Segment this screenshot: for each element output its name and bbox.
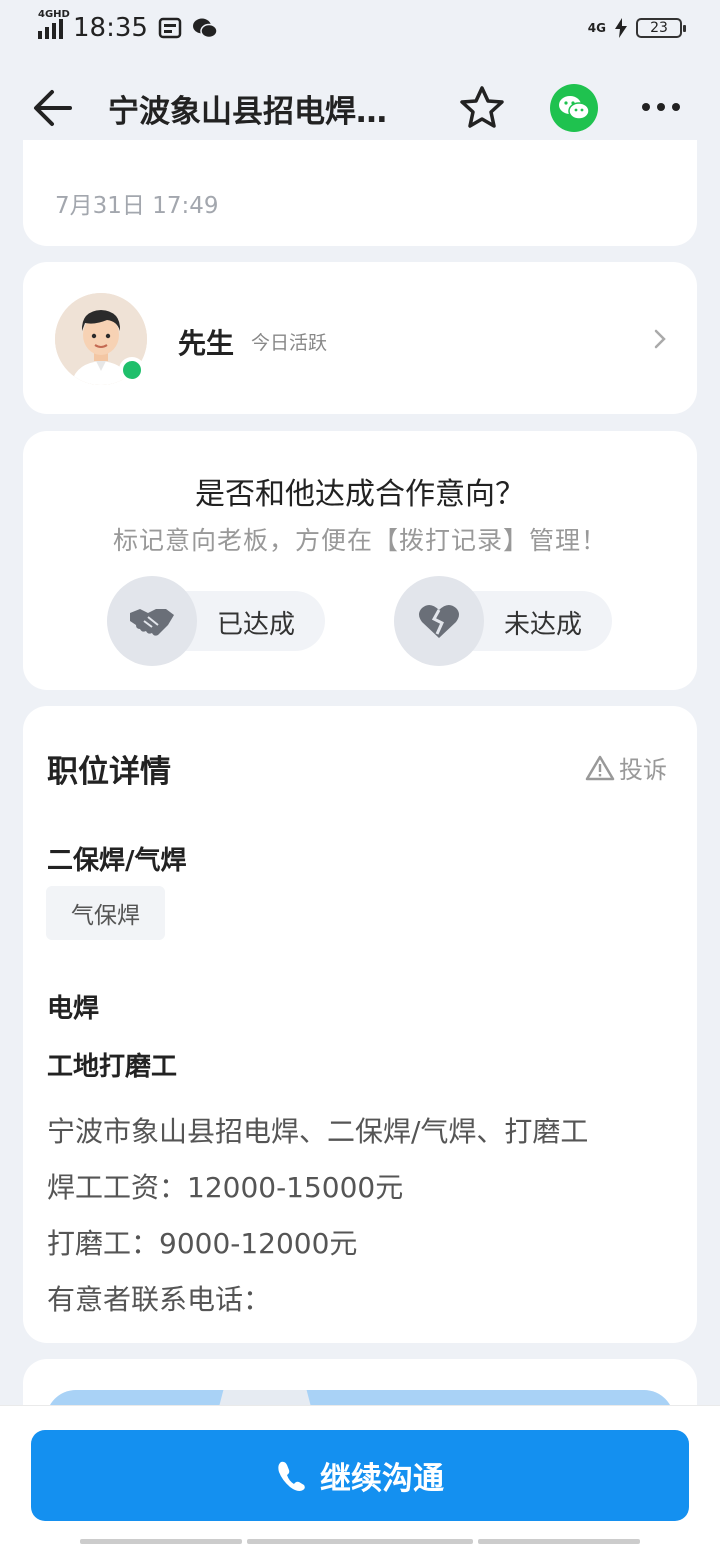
boss-card[interactable]: 先生 今日活跃	[23, 262, 697, 414]
bottom-bar: 继续沟通	[0, 1405, 720, 1544]
broken-heart-icon-circle	[394, 576, 484, 666]
job-category: 工地打磨工	[47, 1052, 178, 1082]
job-category: 二保焊/气焊	[47, 846, 187, 876]
detail-title: 职位详情	[47, 754, 171, 790]
intent-question: 是否和他达成合作意向？	[195, 477, 525, 512]
more-dot	[642, 103, 650, 111]
skill-tag: 气保焊	[46, 886, 165, 940]
intent-no-button[interactable]: 未达成	[394, 576, 612, 666]
home-indicator	[80, 1539, 242, 1544]
intent-subtitle: 标记意向老板，方便在【拨打记录】管理！	[112, 526, 607, 555]
online-status-dot	[119, 357, 145, 383]
post-date: 7月31日 17:49	[55, 193, 219, 219]
star-icon	[460, 86, 504, 128]
warning-icon	[585, 755, 615, 780]
status-left: 4GHD 18:35	[38, 9, 218, 43]
charging-icon	[615, 18, 627, 38]
battery-icon: 23	[636, 18, 686, 38]
network-tag: 4GHD	[38, 9, 70, 20]
notification-icon	[158, 17, 182, 39]
description-line: 宁波市象山县招电焊、二保焊/气焊、打磨工	[47, 1115, 589, 1148]
wechat-icon	[559, 96, 590, 120]
handshake-icon-circle	[107, 576, 197, 666]
report-label: 投诉	[619, 756, 667, 784]
post-info-card: 7月31日 17:49	[23, 140, 697, 246]
intent-yes-label: 已达成	[217, 610, 296, 640]
battery-level: 23	[650, 20, 668, 36]
job-category: 电焊	[47, 994, 100, 1024]
signal-icon: 4GHD	[38, 9, 70, 39]
continue-chat-label: 继续沟通	[320, 1461, 444, 1497]
back-arrow-icon	[34, 90, 72, 126]
more-dot	[672, 103, 680, 111]
job-detail-card: 职位详情 投诉 二保焊/气焊 气保焊 电焊 工地打磨工 宁波市象山县招电焊、二保…	[23, 706, 697, 1343]
chevron-right-icon	[654, 329, 666, 349]
page-title: 宁波象山县招电焊…	[108, 94, 387, 130]
boss-active-status: 今日活跃	[251, 332, 328, 354]
handshake-icon	[130, 609, 174, 636]
status-bar: 4GHD 18:35 4G 23	[0, 0, 720, 56]
report-button[interactable]: 投诉	[585, 750, 667, 785]
wechat-share-button[interactable]	[550, 84, 598, 132]
back-button[interactable]	[30, 86, 78, 130]
intent-card: 是否和他达成合作意向？ 标记意向老板，方便在【拨打记录】管理！ 已达成 未达成	[23, 431, 697, 690]
favorite-button[interactable]	[458, 84, 506, 132]
description-line: 焊工工资：12000-15000元	[47, 1171, 404, 1204]
description-line: 打磨工：9000-12000元	[47, 1227, 358, 1260]
home-indicator	[478, 1539, 640, 1544]
intent-yes-button[interactable]: 已达成	[107, 576, 325, 666]
phone-icon	[278, 1461, 305, 1491]
description-line: 有意者联系电话：	[47, 1283, 272, 1316]
broken-heart-icon	[419, 604, 459, 638]
more-button[interactable]	[642, 92, 688, 122]
status-right: 4G 23	[587, 18, 686, 38]
intent-no-label: 未达成	[504, 610, 583, 640]
continue-chat-button[interactable]: 继续沟通	[31, 1430, 689, 1521]
boss-name: 先生	[178, 327, 235, 360]
network-type: 4G	[587, 21, 606, 35]
status-time: 18:35	[73, 13, 148, 43]
wechat-status-icon	[192, 18, 218, 39]
home-indicator	[247, 1539, 473, 1544]
more-dot	[657, 103, 665, 111]
